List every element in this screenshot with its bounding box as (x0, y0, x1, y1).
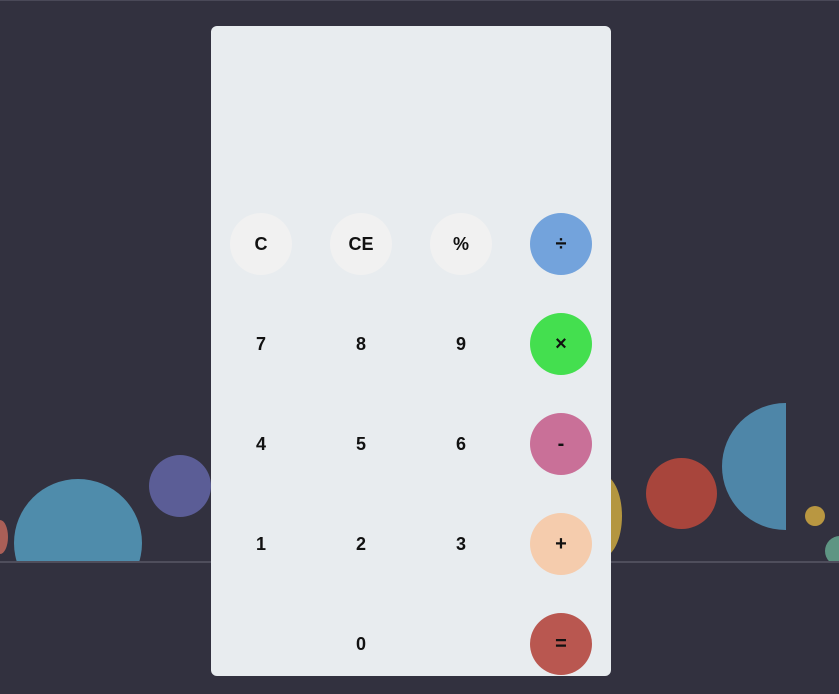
bubble-decoration (805, 506, 825, 526)
bubble-decoration (825, 536, 839, 562)
digit-5-button[interactable]: 5 (330, 413, 392, 475)
digit-3-button[interactable]: 3 (430, 513, 492, 575)
calculator-display (211, 26, 611, 186)
digit-4-button[interactable]: 4 (230, 413, 292, 475)
divide-button[interactable]: ÷ (530, 213, 592, 275)
digit-6-button[interactable]: 6 (430, 413, 492, 475)
digit-9-button[interactable]: 9 (430, 313, 492, 375)
bubble-decoration (0, 520, 8, 554)
calculator: C CE % ÷ 7 8 9 × 4 5 6 - 1 2 3 + 0 = (211, 26, 611, 676)
empty-cell (211, 594, 311, 694)
digit-1-button[interactable]: 1 (230, 513, 292, 575)
multiply-button[interactable]: × (530, 313, 592, 375)
bubble-decoration (646, 458, 717, 529)
digit-7-button[interactable]: 7 (230, 313, 292, 375)
digit-8-button[interactable]: 8 (330, 313, 392, 375)
add-button[interactable]: + (530, 513, 592, 575)
bubble-decoration (14, 479, 142, 562)
equals-button[interactable]: = (530, 613, 592, 675)
subtract-button[interactable]: - (530, 413, 592, 475)
bubble-decoration (149, 455, 211, 517)
clear-entry-button[interactable]: CE (330, 213, 392, 275)
clear-button[interactable]: C (230, 213, 292, 275)
bubble-decoration (722, 403, 786, 530)
keypad: C CE % ÷ 7 8 9 × 4 5 6 - 1 2 3 + 0 = (211, 194, 611, 694)
digit-0-button[interactable]: 0 (330, 613, 392, 675)
digit-2-button[interactable]: 2 (330, 513, 392, 575)
empty-cell (411, 594, 511, 694)
percent-button[interactable]: % (430, 213, 492, 275)
